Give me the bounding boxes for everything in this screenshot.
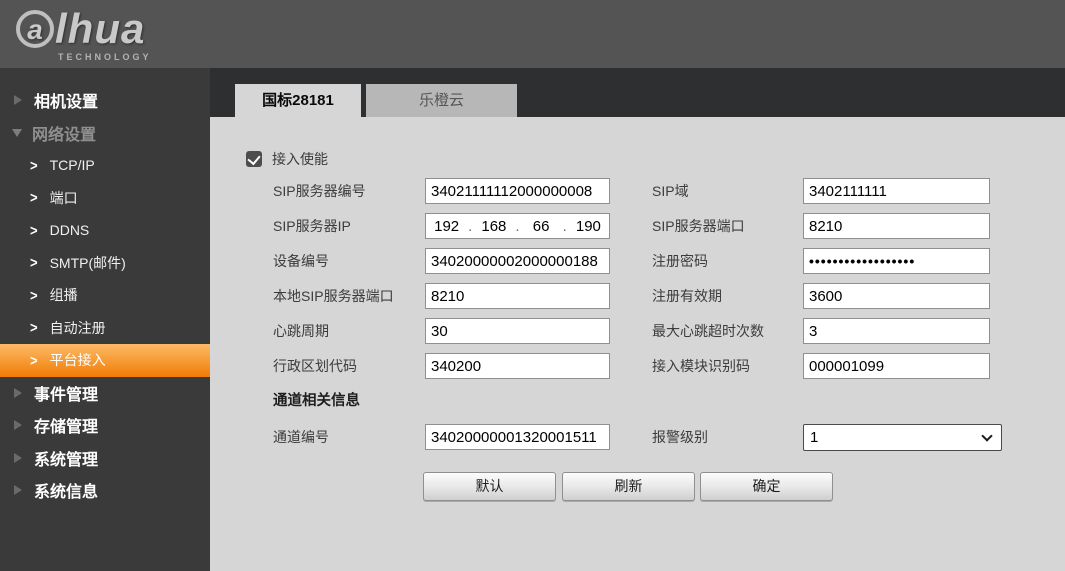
ip-octet-2[interactable]: 168 (473, 218, 514, 235)
heartbeat-period-label: 心跳周期 (273, 318, 329, 344)
logo-a-circle-icon: a (16, 10, 54, 48)
sidebar-item-label: TCP/IP (50, 157, 95, 173)
sidebar-item-camera-settings[interactable]: 相机设置 (0, 84, 210, 117)
sidebar-item-platform-access[interactable]: > 平台接入 (0, 344, 210, 377)
triangle-right-icon (14, 95, 22, 105)
access-module-id-label: 接入模块识别码 (652, 353, 750, 379)
ip-octet-3[interactable]: 66 (521, 218, 562, 235)
sidebar-item-label: DDNS (50, 222, 90, 238)
sidebar-item-label: 系统管理 (34, 446, 98, 470)
register-password-input[interactable] (803, 248, 990, 274)
tab-bar: 国标28181 乐橙云 (210, 68, 1065, 117)
triangle-right-icon (14, 485, 22, 495)
sidebar-item-label: 平台接入 (50, 350, 106, 370)
local-sip-port-label: 本地SIP服务器端口 (273, 283, 394, 309)
refresh-button[interactable]: 刷新 (562, 472, 695, 501)
chevron-right-icon: > (30, 254, 38, 271)
sidebar-item-label: 端口 (50, 188, 78, 208)
ok-button[interactable]: 确定 (700, 472, 833, 501)
sidebar-item-port[interactable]: > 端口 (0, 182, 210, 215)
alarm-level-select[interactable]: 1 (803, 424, 1002, 451)
dahua-logo: alhua (16, 6, 145, 52)
local-sip-port-input[interactable] (425, 283, 610, 309)
register-validity-label: 注册有效期 (652, 283, 722, 309)
sip-server-id-label: SIP服务器编号 (273, 178, 366, 204)
sip-server-port-label: SIP服务器端口 (652, 213, 745, 239)
chevron-right-icon: > (30, 189, 38, 206)
access-module-id-input[interactable] (803, 353, 990, 379)
logo-tagline: TECHNOLOGY (58, 52, 152, 62)
sidebar-item-label: 组播 (50, 285, 78, 305)
sip-server-ip-input[interactable]: 192 . 168 . 66 . 190 (425, 213, 610, 239)
triangle-down-icon (12, 129, 22, 137)
channel-info-section-title: 通道相关信息 (273, 389, 360, 410)
sip-server-port-input[interactable] (803, 213, 990, 239)
sidebar-item-system-info[interactable]: 系统信息 (0, 474, 210, 507)
sidebar-item-tcpip[interactable]: > TCP/IP (0, 149, 210, 182)
alarm-level-label: 报警级别 (652, 424, 708, 450)
max-heartbeat-timeout-label: 最大心跳超时次数 (652, 318, 764, 344)
sidebar-item-label: 网络设置 (32, 121, 96, 145)
default-button[interactable]: 默认 (423, 472, 556, 501)
sidebar-item-label: 自动注册 (50, 318, 106, 338)
sidebar-item-storage-management[interactable]: 存储管理 (0, 409, 210, 442)
tab-lechengyun[interactable]: 乐橙云 (366, 84, 517, 117)
sidebar-item-system-management[interactable]: 系统管理 (0, 442, 210, 475)
channel-id-input[interactable] (425, 424, 610, 450)
alarm-level-value: 1 (804, 429, 983, 446)
triangle-right-icon (14, 388, 22, 398)
sidebar-item-label: 事件管理 (34, 381, 98, 405)
logo-text: lhua (55, 6, 145, 52)
triangle-right-icon (14, 453, 22, 463)
tab-gb28181[interactable]: 国标28181 (235, 84, 361, 117)
triangle-right-icon (14, 420, 22, 430)
chevron-right-icon: > (30, 352, 38, 369)
device-id-input[interactable] (425, 248, 610, 274)
sip-domain-label: SIP域 (652, 178, 689, 204)
sidebar-item-label: 相机设置 (34, 88, 98, 112)
enable-checkbox[interactable] (246, 151, 262, 167)
enable-label: 接入使能 (272, 149, 328, 169)
chevron-down-icon (981, 430, 992, 441)
chevron-right-icon: > (30, 287, 38, 304)
admin-region-code-label: 行政区划代码 (273, 353, 357, 379)
sidebar-item-network-settings[interactable]: 网络设置 (0, 117, 210, 150)
heartbeat-period-input[interactable] (425, 318, 610, 344)
register-password-label: 注册密码 (652, 248, 708, 274)
sidebar-item-multicast[interactable]: > 组播 (0, 279, 210, 312)
ip-octet-1[interactable]: 192 (426, 218, 467, 235)
channel-id-label: 通道编号 (273, 424, 329, 450)
sidebar-nav: 相机设置 网络设置 > TCP/IP > 端口 > DDNS > SMTP(邮件… (0, 68, 210, 571)
admin-region-code-input[interactable] (425, 353, 610, 379)
enable-row: 接入使能 (246, 150, 328, 168)
chevron-right-icon: > (30, 319, 38, 336)
sip-domain-input[interactable] (803, 178, 990, 204)
max-heartbeat-timeout-input[interactable] (803, 318, 990, 344)
platform-access-panel: 接入使能 SIP服务器编号 SIP域 SIP服务器IP 192 . 168 . … (210, 117, 1065, 571)
sip-server-ip-label: SIP服务器IP (273, 213, 351, 239)
sidebar-item-ddns[interactable]: > DDNS (0, 214, 210, 247)
sidebar-item-event-management[interactable]: 事件管理 (0, 377, 210, 410)
device-id-label: 设备编号 (273, 248, 329, 274)
sidebar-item-auto-register[interactable]: > 自动注册 (0, 312, 210, 345)
ip-octet-4[interactable]: 190 (568, 218, 609, 235)
sidebar-menu: 相机设置 网络设置 > TCP/IP > 端口 > DDNS > SMTP(邮件… (0, 68, 210, 507)
register-validity-input[interactable] (803, 283, 990, 309)
sidebar-item-label: SMTP(邮件) (50, 253, 126, 273)
sidebar-item-label: 系统信息 (34, 478, 98, 502)
chevron-right-icon: > (30, 157, 38, 174)
sip-server-id-input[interactable] (425, 178, 610, 204)
chevron-right-icon: > (30, 222, 38, 239)
app-header: alhua TECHNOLOGY (0, 0, 1065, 68)
sidebar-item-smtp[interactable]: > SMTP(邮件) (0, 247, 210, 280)
sidebar-item-label: 存储管理 (34, 413, 98, 437)
